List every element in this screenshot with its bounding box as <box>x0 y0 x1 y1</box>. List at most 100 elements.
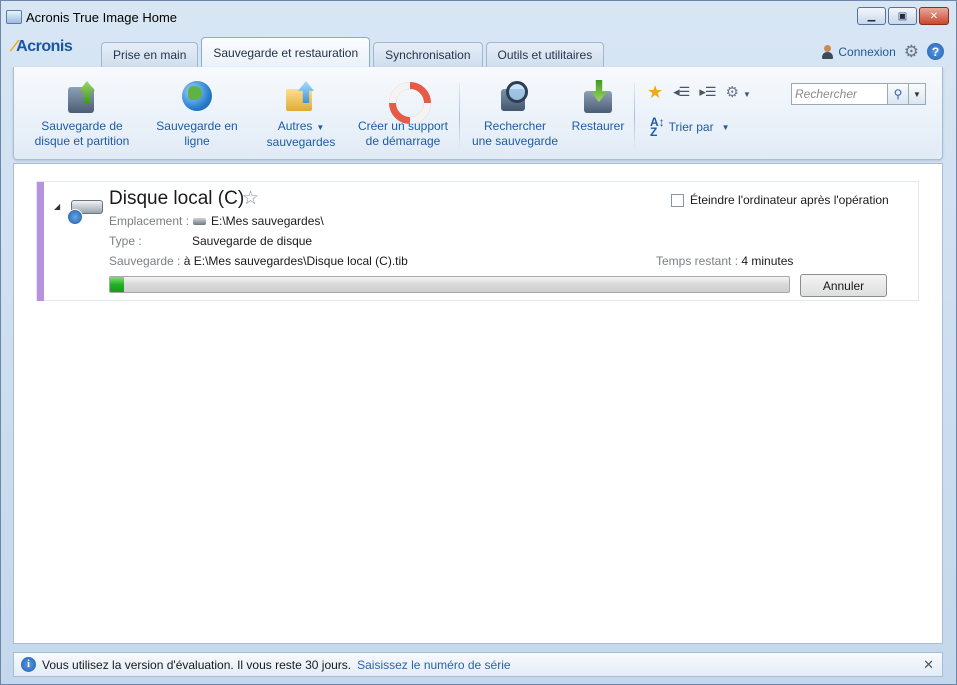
connexion-link[interactable]: Connexion <box>821 44 896 59</box>
title-bar[interactable]: Acronis True Image Home ▁ ▣ ✕ <box>1 1 956 33</box>
globe-icon <box>180 79 214 115</box>
tab-sauvegarde-restauration[interactable]: Sauvegarde et restauration <box>201 37 371 67</box>
window-title: Acronis True Image Home <box>26 9 178 25</box>
toolbar-separator <box>634 83 635 149</box>
favorite-star-icon[interactable]: ☆ <box>242 187 259 210</box>
close-icon: ✕ <box>929 10 939 22</box>
backup-label: Sauvegarde : <box>109 254 181 268</box>
toolbar-label: ligne <box>184 134 210 148</box>
backup-progress-bar <box>109 276 790 293</box>
backup-value: à E:\Mes sauvegardes\Disque local (C).ti… <box>183 254 408 268</box>
toolbar-label: de démarrage <box>365 134 441 148</box>
cancel-button[interactable]: Annuler <box>800 274 887 297</box>
create-boot-media-button[interactable]: Créer un support de démarrage <box>354 79 452 149</box>
restore-icon <box>581 79 615 115</box>
toolbar-separator <box>459 83 460 149</box>
online-backup-button[interactable]: Sauvegarde en ligne <box>152 79 242 149</box>
app-icon <box>6 10 22 24</box>
toolbar-label: disque et partition <box>34 134 130 148</box>
lifebuoy-icon <box>386 79 431 124</box>
toolbar-label: Autres ▼ <box>278 119 325 135</box>
maximize-icon: ▣ <box>897 10 908 22</box>
search-button[interactable]: ⚲ <box>887 83 909 105</box>
search-dropdown-button[interactable]: ▼ <box>909 83 926 105</box>
task-accent-bar <box>37 182 44 301</box>
remaining-row: Temps restant : 4 minutes <box>656 254 793 268</box>
task-title: Disque local (C) <box>109 188 245 209</box>
logo-text: Acronis <box>16 38 73 55</box>
small-tools: ★ ◂☰ ▸☰ ⚙ ▼ <box>647 83 751 101</box>
search-backup-button[interactable]: Rechercher une sauvegarde <box>470 79 560 149</box>
type-row: Type : <box>109 234 142 248</box>
remaining-label: Temps restant : <box>656 254 739 268</box>
backup-task-card[interactable]: ◢ Disque local (C) ☆ Emplacement : E:\Me… <box>36 181 919 301</box>
minimize-button[interactable]: ▁ <box>857 7 886 25</box>
user-icon <box>821 44 834 59</box>
toolbar-label: Sauvegarde en <box>156 119 238 133</box>
disk-partition-backup-button[interactable]: Sauvegarde de disque et partition <box>34 79 130 149</box>
minimize-icon: ▁ <box>867 10 876 22</box>
favorites-star-icon[interactable]: ★ <box>647 83 663 101</box>
toolbar-ribbon: Sauvegarde de disque et partition Sauveg… <box>13 67 943 160</box>
type-label: Type : <box>109 234 142 248</box>
expand-all-icon[interactable]: ▸☰ <box>699 84 716 100</box>
shutdown-label[interactable]: Éteindre l'ordinateur après l'opération <box>690 193 889 207</box>
sort-az-icon: A↕ Z <box>650 115 665 139</box>
toolbar-label: une sauvegarde <box>471 134 559 148</box>
sort-by-button[interactable]: A↕ Z Trier par ▼ <box>650 115 730 139</box>
enter-serial-link[interactable]: Saisissez le numéro de série <box>357 658 510 672</box>
toolbar-label: Rechercher <box>483 119 547 133</box>
backup-row: Sauvegarde : à E:\Mes sauvegardes\Disque… <box>109 254 408 268</box>
dropdown-caret-icon: ▼ <box>316 123 325 132</box>
location-value-row: E:\Mes sauvegardes\ <box>193 214 324 228</box>
dropdown-caret-icon: ▼ <box>721 122 730 132</box>
search-backup-icon <box>498 79 532 115</box>
restore-button[interactable]: Restaurer <box>570 79 626 134</box>
chevron-down-icon: ▼ <box>913 89 921 99</box>
window-controls: ▁ ▣ ✕ <box>857 7 949 25</box>
remaining-value: 4 minutes <box>741 254 794 268</box>
header-right: Connexion ⚙ ? <box>821 43 944 60</box>
shutdown-checkbox[interactable] <box>671 194 684 207</box>
collapse-all-icon[interactable]: ◂☰ <box>673 84 690 100</box>
app-window: Acronis True Image Home ▁ ▣ ✕ ⁄Acronis P… <box>0 0 957 685</box>
location-value: E:\Mes sauvegardes\ <box>211 214 324 228</box>
help-icon[interactable]: ? <box>927 43 944 60</box>
hard-drive-icon <box>67 196 103 226</box>
header: ⁄Acronis Prise en main Sauvegarde et res… <box>3 34 954 67</box>
main-tabs: Prise en main Sauvegarde et restauration… <box>101 37 605 67</box>
tab-prise-en-main[interactable]: Prise en main <box>101 42 199 67</box>
toolbar-label: sauvegardes <box>266 135 336 149</box>
main-content: ◢ Disque local (C) ☆ Emplacement : E:\Me… <box>13 163 943 644</box>
maximize-button[interactable]: ▣ <box>888 7 917 25</box>
acronis-logo: ⁄Acronis <box>13 38 73 56</box>
location-label: Emplacement : <box>109 214 190 228</box>
sort-label: Trier par <box>668 120 714 134</box>
tab-synchronisation[interactable]: Synchronisation <box>373 42 483 67</box>
trial-message: Vous utilisez la version d'évaluation. I… <box>42 657 352 672</box>
type-value: Sauvegarde de disque <box>192 234 313 248</box>
search-icon: ⚲ <box>893 87 903 101</box>
dropdown-caret-icon: ▼ <box>742 90 751 99</box>
options-gears-icon[interactable]: ⚙ ▼ <box>726 83 751 101</box>
toolbar-label-text: Autres <box>277 119 313 133</box>
status-bar: i Vous utilisez la version d'évaluation.… <box>13 652 943 677</box>
connexion-label: Connexion <box>838 44 896 59</box>
collapse-triangle-icon[interactable]: ◢ <box>54 202 60 211</box>
other-backups-button[interactable]: Autres ▼ sauvegardes <box>258 79 344 150</box>
logo-swoosh-icon: ⁄ <box>13 38 16 55</box>
drive-small-icon <box>193 218 206 226</box>
settings-gear-icon[interactable]: ⚙ <box>904 43 919 60</box>
type-value-row: Sauvegarde de disque <box>192 234 312 248</box>
close-icon[interactable]: ✕ <box>923 657 934 673</box>
close-button[interactable]: ✕ <box>919 7 949 25</box>
disk-backup-icon <box>65 79 99 115</box>
toolbar-label: Sauvegarde de <box>41 119 123 133</box>
search-input[interactable]: Rechercher <box>791 83 888 105</box>
progress-fill <box>110 277 124 292</box>
info-icon: i <box>21 657 36 672</box>
folder-backup-icon <box>284 79 318 115</box>
tab-outils-utilitaires[interactable]: Outils et utilitaires <box>485 42 605 67</box>
location-row: Emplacement : <box>109 214 189 228</box>
toolbar-label: Restaurer <box>571 119 625 133</box>
